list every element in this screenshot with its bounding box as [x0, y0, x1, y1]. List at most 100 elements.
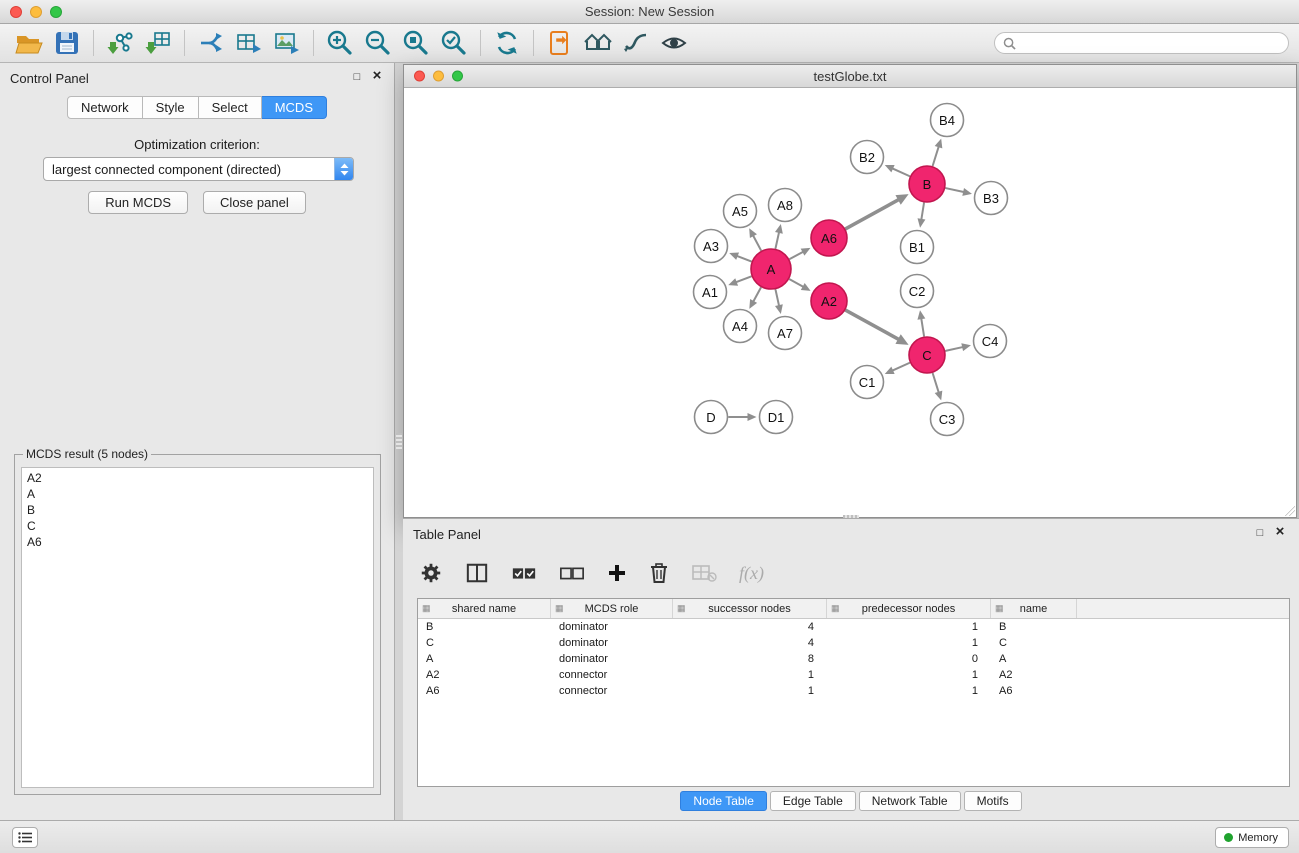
zoom-selected-button[interactable]	[435, 27, 473, 59]
table-cell[interactable]: A2	[418, 669, 551, 681]
graph-node-A3[interactable]: A3	[695, 230, 728, 263]
graph-edge-A-A5[interactable]	[753, 236, 760, 250]
table-cell[interactable]: 1	[827, 621, 991, 633]
graph-edge-B-B3[interactable]	[946, 188, 963, 192]
graph-node-B4[interactable]: B4	[931, 104, 964, 137]
show-hide-button[interactable]	[655, 27, 693, 59]
graph-edge-A6-B[interactable]	[846, 200, 898, 229]
table-cell[interactable]: dominator	[551, 621, 673, 633]
column-header-name[interactable]: ▦name	[991, 599, 1077, 618]
export-image-button[interactable]	[268, 27, 306, 59]
graph-node-C[interactable]: C	[909, 337, 945, 373]
mcds-result-item[interactable]: A	[22, 486, 373, 502]
close-window-button[interactable]	[10, 6, 22, 18]
network-window-titlebar[interactable]: testGlobe.txt	[404, 65, 1296, 88]
tab-mcds[interactable]: MCDS	[262, 96, 327, 119]
graph-node-D1[interactable]: D1	[760, 401, 793, 434]
tab-network-table[interactable]: Network Table	[859, 791, 961, 811]
run-mcds-button[interactable]: Run MCDS	[88, 191, 188, 214]
table-cell[interactable]: connector	[551, 685, 673, 697]
new-table-button[interactable]	[230, 27, 268, 59]
apply-layout-button[interactable]	[488, 27, 526, 59]
table-cell[interactable]: 1	[673, 669, 827, 681]
tab-network[interactable]: Network	[67, 96, 143, 119]
graph-edge-A-A3[interactable]	[738, 256, 751, 261]
show-columns-button[interactable]	[465, 562, 489, 584]
column-header-successor-nodes[interactable]: ▦successor nodes	[673, 599, 827, 618]
table-cell[interactable]: 1	[827, 637, 991, 649]
graph-node-A8[interactable]: A8	[769, 189, 802, 222]
graph-node-A2[interactable]: A2	[811, 283, 847, 319]
float-table-panel-icon[interactable]: □	[1253, 527, 1267, 539]
select-all-button[interactable]	[511, 564, 537, 582]
table-options-button[interactable]	[419, 561, 443, 585]
table-cell[interactable]: B	[991, 621, 1077, 633]
mcds-result-item[interactable]: C	[22, 518, 373, 534]
graph-edge-A-A8[interactable]	[776, 233, 779, 248]
close-panel-button[interactable]: Close panel	[203, 191, 306, 214]
mcds-result-item[interactable]: A2	[22, 470, 373, 486]
graph-edge-C-C2[interactable]	[921, 319, 924, 336]
column-header-predecessor-nodes[interactable]: ▦predecessor nodes	[827, 599, 991, 618]
table-cell[interactable]: 1	[673, 685, 827, 697]
table-cell[interactable]: C	[418, 637, 551, 649]
graph-node-A7[interactable]: A7	[769, 317, 802, 350]
tab-select[interactable]: Select	[199, 96, 262, 119]
table-row[interactable]: A2connector11A2	[418, 667, 1289, 683]
graph-edge-A2-C[interactable]	[846, 310, 898, 339]
mcds-result-item[interactable]: B	[22, 502, 373, 518]
new-network-from-selection-button[interactable]	[192, 27, 230, 59]
graph-edge-A-A6[interactable]	[790, 252, 803, 259]
graph-node-A1[interactable]: A1	[694, 276, 727, 309]
graph-edge-A-A1[interactable]	[737, 277, 751, 282]
graph-node-B3[interactable]: B3	[975, 182, 1008, 215]
memory-button[interactable]: Memory	[1215, 827, 1289, 848]
graph-node-B2[interactable]: B2	[851, 141, 884, 174]
task-history-button[interactable]	[12, 827, 38, 848]
table-cell[interactable]: dominator	[551, 637, 673, 649]
column-header-shared-name[interactable]: ▦shared name	[418, 599, 551, 618]
graph-edge-C-C4[interactable]	[946, 347, 962, 351]
graph-edge-A-A7[interactable]	[776, 290, 779, 305]
zoom-window-button[interactable]	[50, 6, 62, 18]
minimize-window-button[interactable]	[30, 6, 42, 18]
resize-grip[interactable]	[1285, 506, 1295, 516]
table-row[interactable]: Bdominator41B	[418, 619, 1289, 635]
table-cell[interactable]: 1	[827, 685, 991, 697]
graph-edge-A-A2[interactable]	[790, 279, 803, 286]
table-cell[interactable]: A2	[991, 669, 1077, 681]
table-cell[interactable]: A6	[991, 685, 1077, 697]
mcds-result-item[interactable]: A6	[22, 534, 373, 550]
close-table-panel-icon[interactable]: ×	[1273, 524, 1287, 540]
delete-column-button[interactable]	[649, 562, 669, 584]
table-cell[interactable]: C	[991, 637, 1077, 649]
graph-edge-B-B2[interactable]	[893, 169, 909, 176]
zoom-out-button[interactable]	[359, 27, 397, 59]
graph-node-C1[interactable]: C1	[851, 366, 884, 399]
graph-edge-B-B1[interactable]	[921, 203, 923, 219]
graph-node-A5[interactable]: A5	[724, 195, 757, 228]
ndex-transfer-button[interactable]	[541, 27, 579, 59]
tab-style[interactable]: Style	[143, 96, 199, 119]
graph-node-B1[interactable]: B1	[901, 231, 934, 264]
table-cell[interactable]: 4	[673, 637, 827, 649]
table-row[interactable]: Adominator80A	[418, 651, 1289, 667]
zoom-in-button[interactable]	[321, 27, 359, 59]
graph-edge-A-A4[interactable]	[754, 288, 761, 301]
table-cell[interactable]: B	[418, 621, 551, 633]
add-column-button[interactable]	[607, 563, 627, 583]
zoom-network-window-button[interactable]	[452, 71, 463, 82]
mcds-result-list[interactable]: A2ABCA6	[21, 467, 374, 788]
table-cell[interactable]: 0	[827, 653, 991, 665]
zoom-fit-button[interactable]	[397, 27, 435, 59]
graph-node-C3[interactable]: C3	[931, 403, 964, 436]
close-panel-icon[interactable]: ×	[370, 68, 384, 84]
float-panel-icon[interactable]: □	[350, 71, 364, 83]
tab-motifs[interactable]: Motifs	[964, 791, 1022, 811]
home-link-button[interactable]	[579, 27, 617, 59]
close-network-window-button[interactable]	[414, 71, 425, 82]
optimization-criterion-select[interactable]: largest connected component (directed)	[43, 157, 354, 181]
tab-node-table[interactable]: Node Table	[680, 791, 767, 811]
table-row[interactable]: A6connector11A6	[418, 683, 1289, 699]
table-row[interactable]: Cdominator41C	[418, 635, 1289, 651]
